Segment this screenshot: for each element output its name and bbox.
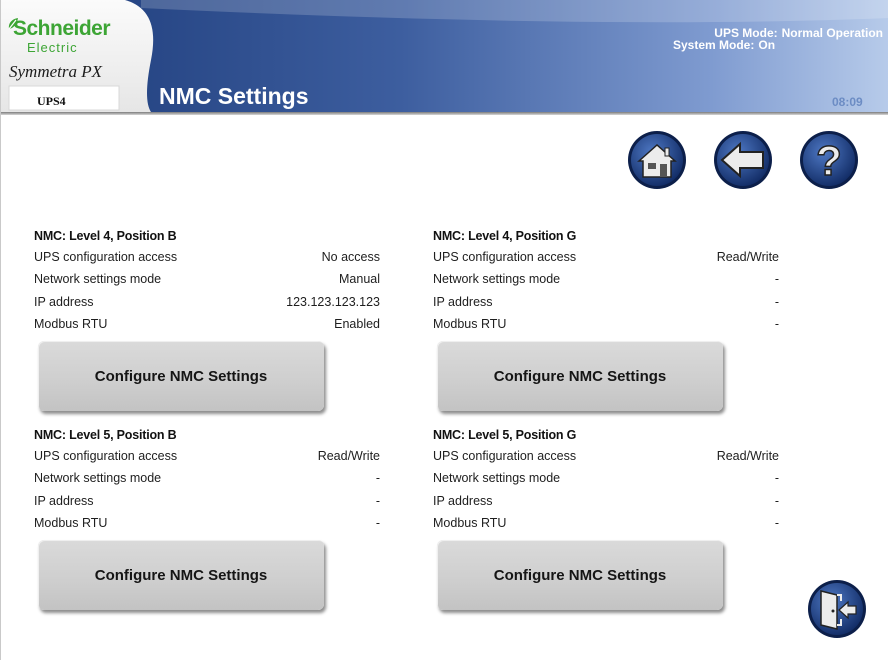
panel-heading: NMC: Level 4, Position G [433,229,577,243]
app-window: Schneider Electric Symmetra PX UPS4 NMC … [0,0,888,660]
home-button[interactable] [627,130,687,190]
unit-label: UPS4 [37,94,66,108]
brand-leaf-icon [8,18,18,30]
network-settings-mode-row: Network settings mode - [433,268,779,290]
system-mode-value: On [758,38,776,52]
product-name: Symmetra PX [9,62,103,81]
back-button[interactable] [713,130,773,190]
brand-name: Schneider [13,17,111,40]
row-label: Modbus RTU [34,316,108,331]
row-value: 123.123.123.123 [286,294,380,309]
modbus-rtu-row: Modbus RTU Enabled [34,313,380,335]
row-value: - [774,272,779,287]
row-label: Network settings mode [433,471,561,486]
row-label: UPS configuration access [433,250,577,264]
header-background [1,0,888,112]
row-label: UPS configuration access [34,250,178,264]
network-settings-mode-row: Network settings mode - [433,467,779,489]
help-button[interactable]: ? [799,130,859,190]
ip-address-row: IP address 123.123.123.123 [34,291,380,313]
configure-nmc-settings-button[interactable]: Configure NMC Settings [437,341,723,411]
back-arrow-icon [714,131,772,189]
row-label: Network settings mode [433,272,561,287]
panel-heading: NMC: Level 4, Position B [34,229,177,243]
row-label: Modbus RTU [34,515,108,530]
ip-address-row: IP address - [433,490,779,512]
ups-config-access-row: UPS configuration access No access [34,246,380,268]
row-label: Network settings mode [34,272,162,287]
ip-address-row: IP address - [433,291,779,313]
row-value: - [375,471,380,486]
panel-heading: NMC: Level 5, Position B [34,428,177,442]
modbus-rtu-row: Modbus RTU - [34,512,380,534]
ups-config-access-row: UPS configuration access Read/Write [34,445,380,467]
row-value: Read/Write [716,250,779,264]
row-label: IP address [34,493,94,508]
row-value: - [774,471,779,486]
svg-text:?: ? [816,137,842,184]
modbus-rtu-row: Modbus RTU - [433,313,779,335]
row-label: UPS configuration access [433,449,577,463]
panel-heading: NMC: Level 5, Position G [433,428,577,442]
exit-button[interactable] [807,579,867,639]
network-settings-mode-row: Network settings mode Manual [34,268,380,290]
row-value: - [774,493,779,508]
row-value: Manual [339,272,380,287]
row-value: Enabled [334,316,380,331]
row-value: - [774,294,779,309]
network-settings-mode-row: Network settings mode - [34,467,380,489]
row-value: - [774,515,779,530]
nmc-panel-level4-positiong: NMC: Level 4, Position G UPS configurati… [433,227,779,411]
ups-config-access-row: UPS configuration access Read/Write [433,445,779,467]
help-icon: ? [800,131,858,189]
row-label: IP address [433,493,493,508]
ups-config-access-row: UPS configuration access Read/Write [433,246,779,268]
row-value: - [375,515,380,530]
configure-nmc-settings-button[interactable]: Configure NMC Settings [38,540,324,610]
brand-subname: Electric [27,40,78,55]
modbus-rtu-row: Modbus RTU - [433,512,779,534]
schneider-electric-logo: Schneider Electric [7,17,125,61]
header-banner: Schneider Electric Symmetra PX UPS4 NMC … [1,0,888,112]
row-value: No access [321,250,380,264]
row-label: IP address [433,294,493,309]
configure-nmc-settings-button[interactable]: Configure NMC Settings [437,540,723,610]
exit-door-icon [808,580,866,638]
page-title: NMC Settings [159,83,309,109]
clock: 08:09 [832,95,863,109]
row-value: Read/Write [317,449,380,463]
row-value: Read/Write [716,449,779,463]
row-label: Modbus RTU [433,316,507,331]
nmc-panel-level5-positiong: NMC: Level 5, Position G UPS configurati… [433,426,779,610]
configure-nmc-settings-button[interactable]: Configure NMC Settings [38,341,324,411]
home-icon [628,131,686,189]
system-mode-label: System Mode: [673,38,755,52]
system-mode-status: System Mode: On [643,39,883,51]
row-label: Modbus RTU [433,515,507,530]
ups-mode-value: Normal Operation [781,26,883,40]
row-value: - [774,316,779,331]
nmc-panel-level5-positionb: NMC: Level 5, Position B UPS configurati… [34,426,380,610]
header-divider [1,112,888,115]
ip-address-row: IP address - [34,490,380,512]
row-label: UPS configuration access [34,449,178,463]
status-block: UPS Mode: Normal Operation System Mode: … [643,27,883,51]
row-label: Network settings mode [34,471,162,486]
row-label: IP address [34,294,94,309]
nmc-panel-level4-positionb: NMC: Level 4, Position B UPS configurati… [34,227,380,411]
row-value: - [375,493,380,508]
